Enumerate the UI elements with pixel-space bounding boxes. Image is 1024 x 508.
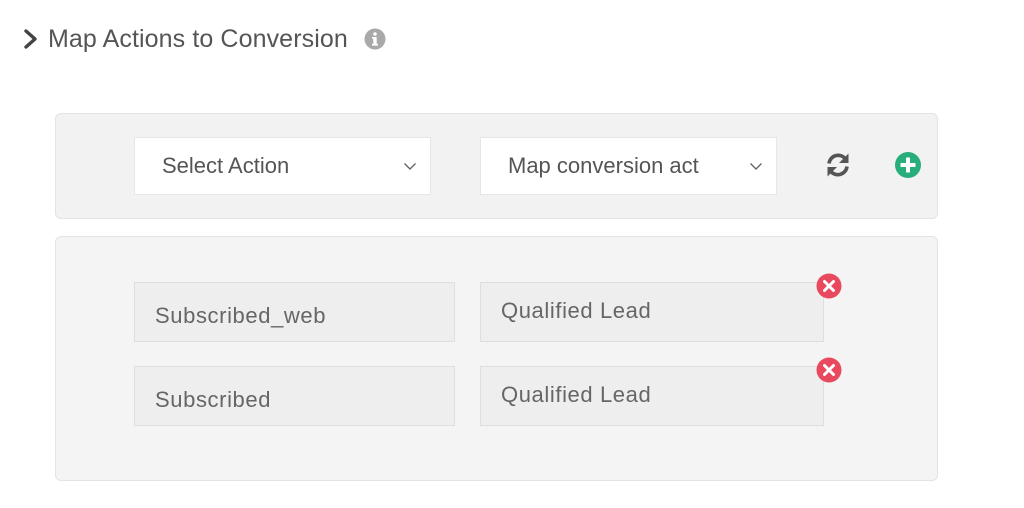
section-header[interactable]: Map Actions to Conversion <box>22 22 386 56</box>
mapped-conversion-field: Qualified Lead <box>480 366 824 426</box>
mapped-action-field: Subscribed <box>134 366 455 426</box>
select-action-value: Select Action <box>162 153 290 178</box>
chevron-down-icon <box>750 163 762 170</box>
section-title: Map Actions to Conversion <box>48 24 348 53</box>
map-conversion-dropdown[interactable]: Map conversion act <box>480 137 777 195</box>
chevron-right-icon[interactable] <box>22 28 40 50</box>
map-conversion-value: Map conversion act <box>508 153 699 178</box>
remove-mapping-button[interactable] <box>816 273 842 299</box>
add-mapping-button[interactable] <box>894 151 922 179</box>
mapping-list-panel <box>55 236 938 481</box>
refresh-icon[interactable] <box>824 151 852 179</box>
mapped-action-field: Subscribed_web <box>134 282 455 342</box>
info-icon[interactable] <box>364 28 386 50</box>
chevron-down-icon <box>404 163 416 170</box>
select-action-dropdown[interactable]: Select Action <box>134 137 431 195</box>
remove-mapping-button[interactable] <box>816 357 842 383</box>
mapped-conversion-field: Qualified Lead <box>480 282 824 342</box>
